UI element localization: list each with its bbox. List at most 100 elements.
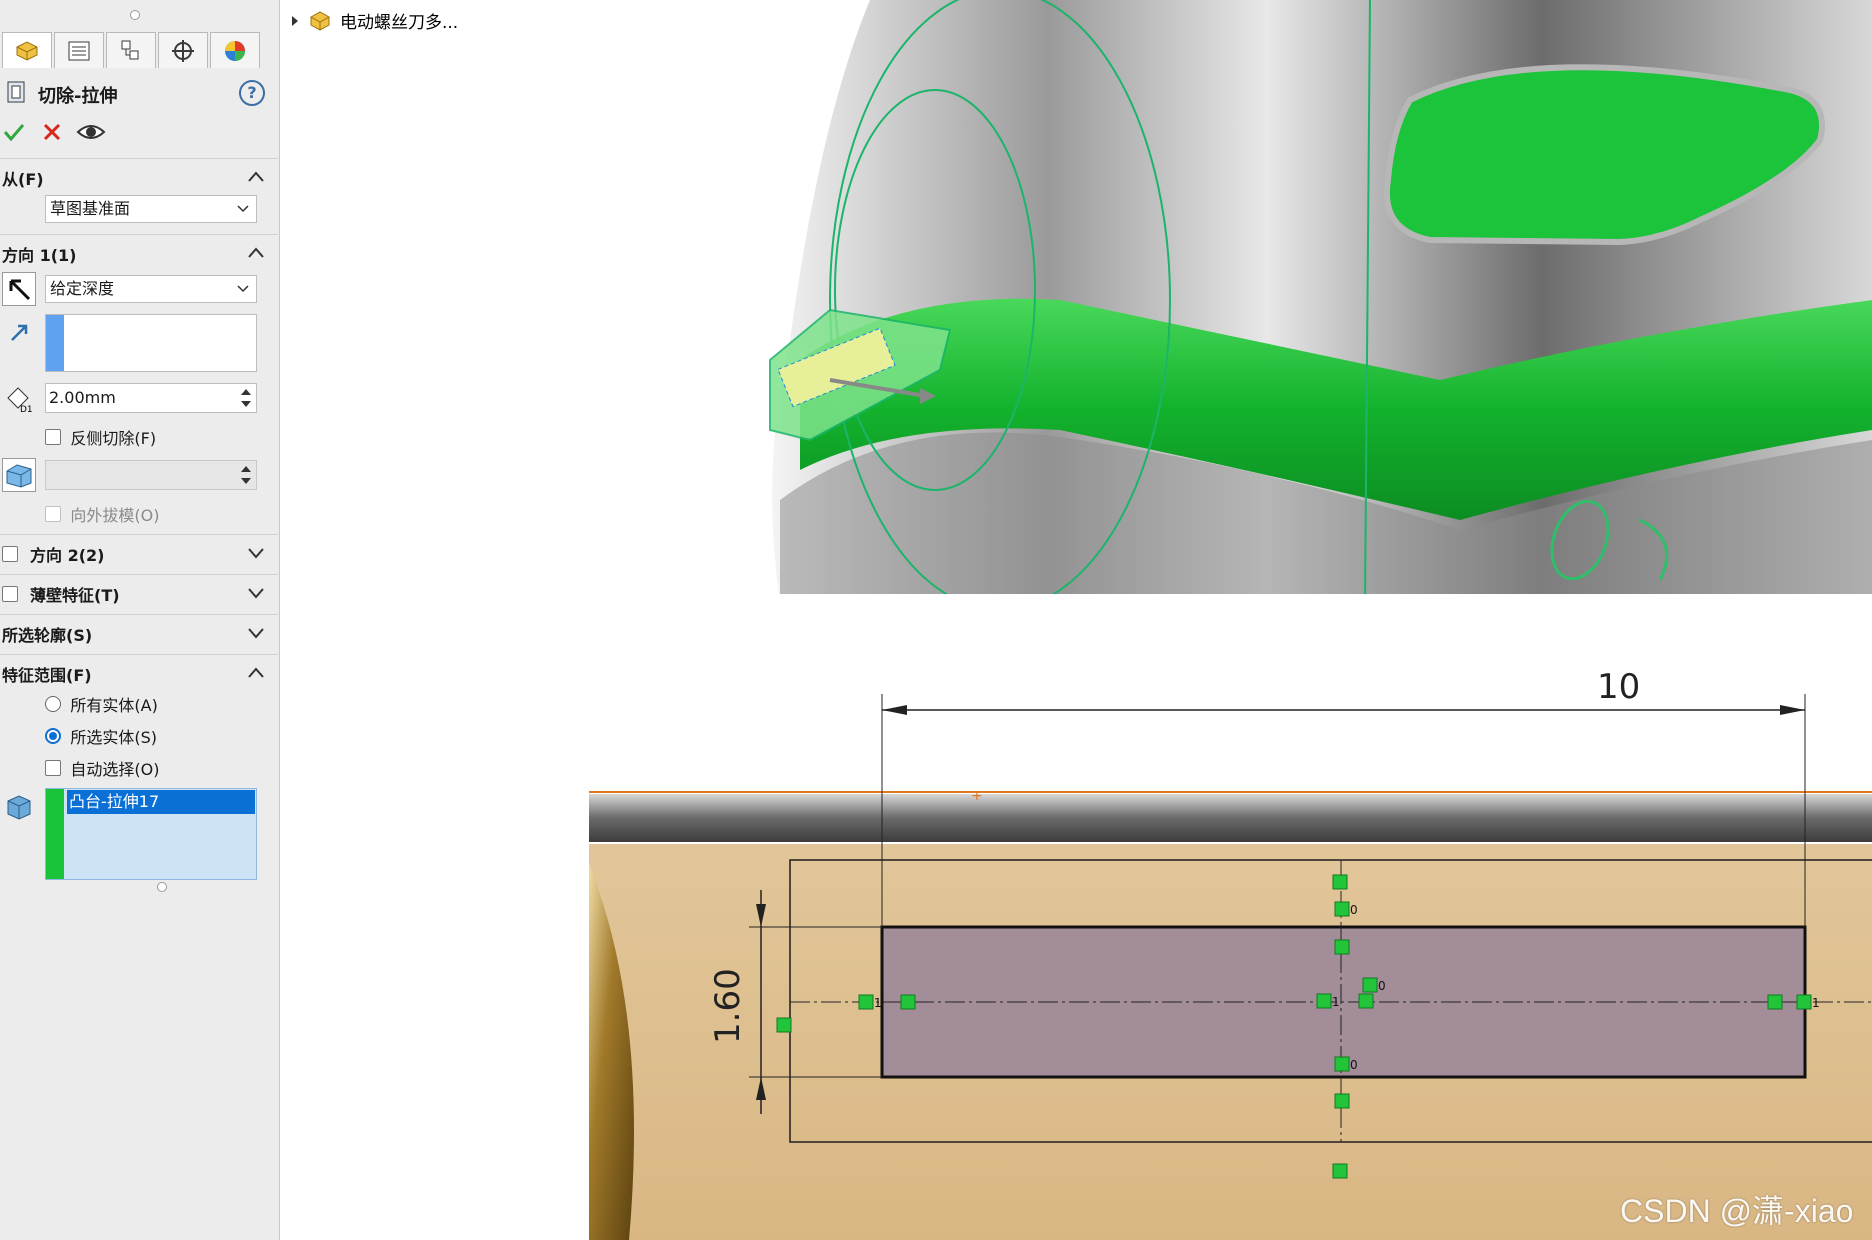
selected-bodies-label: 所选实体(S) — [70, 728, 158, 747]
featuremanager-tab[interactable] — [2, 32, 52, 68]
relation-label: 1 — [874, 996, 882, 1010]
all-bodies-radio[interactable] — [45, 696, 61, 712]
relation-marker — [1358, 993, 1374, 1009]
svg-text:D1: D1 — [20, 405, 33, 414]
relation-marker — [1316, 993, 1332, 1009]
sketch-view: 10 1.60 0 0 1 0 1 1 + — [589, 594, 1872, 1240]
propertymanager-tab[interactable] — [54, 32, 104, 68]
relation-marker — [1767, 994, 1783, 1010]
relation-marker — [1332, 1163, 1348, 1179]
draft-button[interactable] — [2, 458, 36, 492]
configurationmanager-tab[interactable] — [106, 32, 156, 68]
feature-title: 切除-拉伸 — [38, 86, 118, 107]
property-manager-panel: 切除-拉伸 ? 从(F) 草图基准面 方向 1(1) 给定深度 D1 2.00m… — [0, 0, 280, 1240]
chevron-down-icon[interactable] — [246, 583, 266, 603]
feature-tree-item[interactable]: 电动螺丝刀多... — [290, 8, 458, 33]
bodies-color-swatch — [46, 789, 64, 879]
preview-eye-icon[interactable] — [76, 120, 106, 144]
end-condition-select[interactable]: 给定深度 — [45, 275, 257, 303]
auto-select-label: 自动选择(O) — [70, 760, 160, 779]
relation-label: 0 — [1350, 1058, 1358, 1072]
chevron-up-icon[interactable] — [246, 663, 266, 683]
section-feature-scope-label: 特征范围(F) — [2, 666, 92, 685]
chrome-rim — [589, 794, 1872, 842]
reverse-direction-button[interactable] — [2, 272, 36, 306]
depth-value: 2.00mm — [49, 388, 116, 407]
chevron-up-icon[interactable] — [246, 243, 266, 263]
relation-marker — [1332, 874, 1348, 890]
cut-extrude-icon — [7, 81, 25, 103]
direction2-checkbox[interactable] — [2, 546, 18, 562]
flip-side-label: 反侧切除(F) — [70, 429, 157, 448]
selected-bodies-radio[interactable] — [45, 728, 61, 744]
section-direction2[interactable]: 方向 2(2) — [0, 534, 278, 573]
list-resize-grip[interactable] — [157, 882, 167, 892]
section-thin-feature-label: 薄壁特征(T) — [30, 586, 120, 605]
dimxpert-icon — [172, 39, 194, 62]
sketch-inset[interactable]: 10 1.60 0 0 1 0 1 1 + — [589, 594, 1872, 1240]
section-selected-contours[interactable]: 所选轮廓(S) — [0, 614, 278, 653]
ok-check-icon[interactable] — [2, 120, 26, 144]
solid-body-icon — [7, 795, 31, 820]
section-thin-feature[interactable]: 薄壁特征(T) — [0, 574, 278, 613]
height-dimension-text[interactable]: 1.60 — [708, 968, 748, 1044]
expand-arrow-icon[interactable] — [290, 14, 300, 28]
width-dimension-text[interactable]: 10 — [1597, 667, 1640, 707]
chevron-down-icon[interactable] — [246, 623, 266, 643]
cancel-x-icon[interactable] — [40, 120, 64, 144]
draft-icon — [6, 464, 32, 488]
panel-grip[interactable] — [130, 10, 140, 20]
section-direction1[interactable]: 方向 1(1) — [0, 234, 278, 273]
section-direction2-label: 方向 2(2) — [30, 546, 105, 565]
section-direction1-label: 方向 1(1) — [2, 246, 77, 265]
auto-select-checkbox[interactable] — [45, 760, 61, 776]
relation-label: 1 — [1332, 995, 1340, 1009]
relation-marker — [1334, 901, 1350, 917]
manager-tabs — [2, 32, 262, 68]
bodies-list[interactable]: 凸台-拉伸17 — [45, 788, 257, 880]
draft-outward-checkbox — [45, 506, 61, 522]
relation-marker — [1796, 994, 1812, 1010]
flip-side-checkbox[interactable] — [45, 429, 61, 445]
bodies-list-item[interactable]: 凸台-拉伸17 — [67, 790, 255, 814]
selection-color-swatch — [46, 315, 64, 371]
direction-selection-box[interactable] — [45, 314, 257, 372]
draft-angle-spinbox — [45, 460, 257, 490]
part-icon — [310, 10, 330, 31]
chevron-down-icon — [237, 285, 249, 293]
display-manager-tab[interactable] — [210, 32, 260, 68]
section-selected-contours-label: 所选轮廓(S) — [2, 626, 93, 645]
thin-feature-checkbox[interactable] — [2, 586, 18, 602]
reverse-direction-icon — [9, 279, 31, 301]
all-bodies-label: 所有实体(A) — [70, 696, 158, 715]
section-from[interactable]: 从(F) — [0, 158, 278, 197]
dimxpert-tab[interactable] — [158, 32, 208, 68]
from-select[interactable]: 草图基准面 — [45, 195, 257, 223]
section-from-label: 从(F) — [2, 170, 44, 189]
chevron-down-icon — [237, 205, 249, 213]
flip-side-checkbox-row[interactable]: 反侧切除(F) — [45, 425, 156, 449]
depth-spinbox[interactable]: 2.00mm — [45, 383, 257, 413]
help-icon[interactable]: ? — [239, 80, 265, 106]
depth-dimension-icon: D1 — [7, 387, 33, 414]
relation-label: 0 — [1350, 903, 1358, 917]
chevron-down-icon[interactable] — [246, 543, 266, 563]
chevron-up-icon[interactable] — [246, 167, 266, 187]
section-feature-scope[interactable]: 特征范围(F) — [0, 654, 278, 693]
relation-marker — [1362, 977, 1378, 993]
propertymanager-icon — [68, 41, 90, 60]
scope-all-bodies-row[interactable]: 所有实体(A) — [45, 692, 158, 716]
auto-select-row[interactable]: 自动选择(O) — [45, 756, 160, 780]
graphics-viewport[interactable]: 电动螺丝刀多... 10 1.60 0 0 1 0 1 1 + — [280, 0, 1872, 1240]
spin-arrows-icon[interactable] — [238, 385, 254, 411]
draft-outward-label: 向外拔模(O) — [70, 506, 160, 525]
configurationmanager-icon — [121, 40, 139, 59]
relation-marker — [858, 994, 874, 1010]
relation-marker — [1334, 1093, 1350, 1109]
watermark-text: CSDN @潇-xiao — [1620, 1193, 1854, 1229]
scope-selected-bodies-row[interactable]: 所选实体(S) — [45, 724, 157, 748]
relation-label: 1 — [1812, 996, 1820, 1010]
relation-marker — [776, 1017, 792, 1033]
featuremanager-icon — [16, 40, 38, 61]
from-select-value: 草图基准面 — [50, 199, 131, 218]
